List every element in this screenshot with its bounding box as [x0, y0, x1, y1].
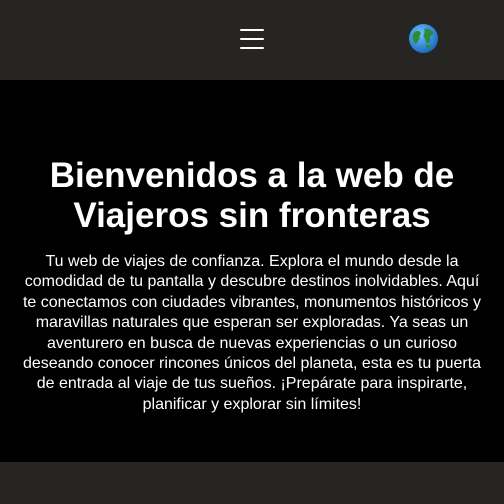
menu-line	[240, 47, 264, 49]
next-section-strip	[0, 462, 504, 504]
hero-title: Bienvenidos a la web de Viajeros sin fro…	[49, 156, 455, 235]
hero-description: Tu web de viajes de confianza. Explora e…	[22, 253, 482, 413]
menu-line	[240, 29, 264, 31]
globe-icon[interactable]	[408, 23, 439, 54]
hamburger-menu-icon[interactable]	[240, 26, 266, 50]
hero-section: Bienvenidos a la web de Viajeros sin fro…	[0, 80, 504, 462]
top-navigation-bar	[0, 0, 504, 80]
menu-line	[240, 38, 264, 40]
